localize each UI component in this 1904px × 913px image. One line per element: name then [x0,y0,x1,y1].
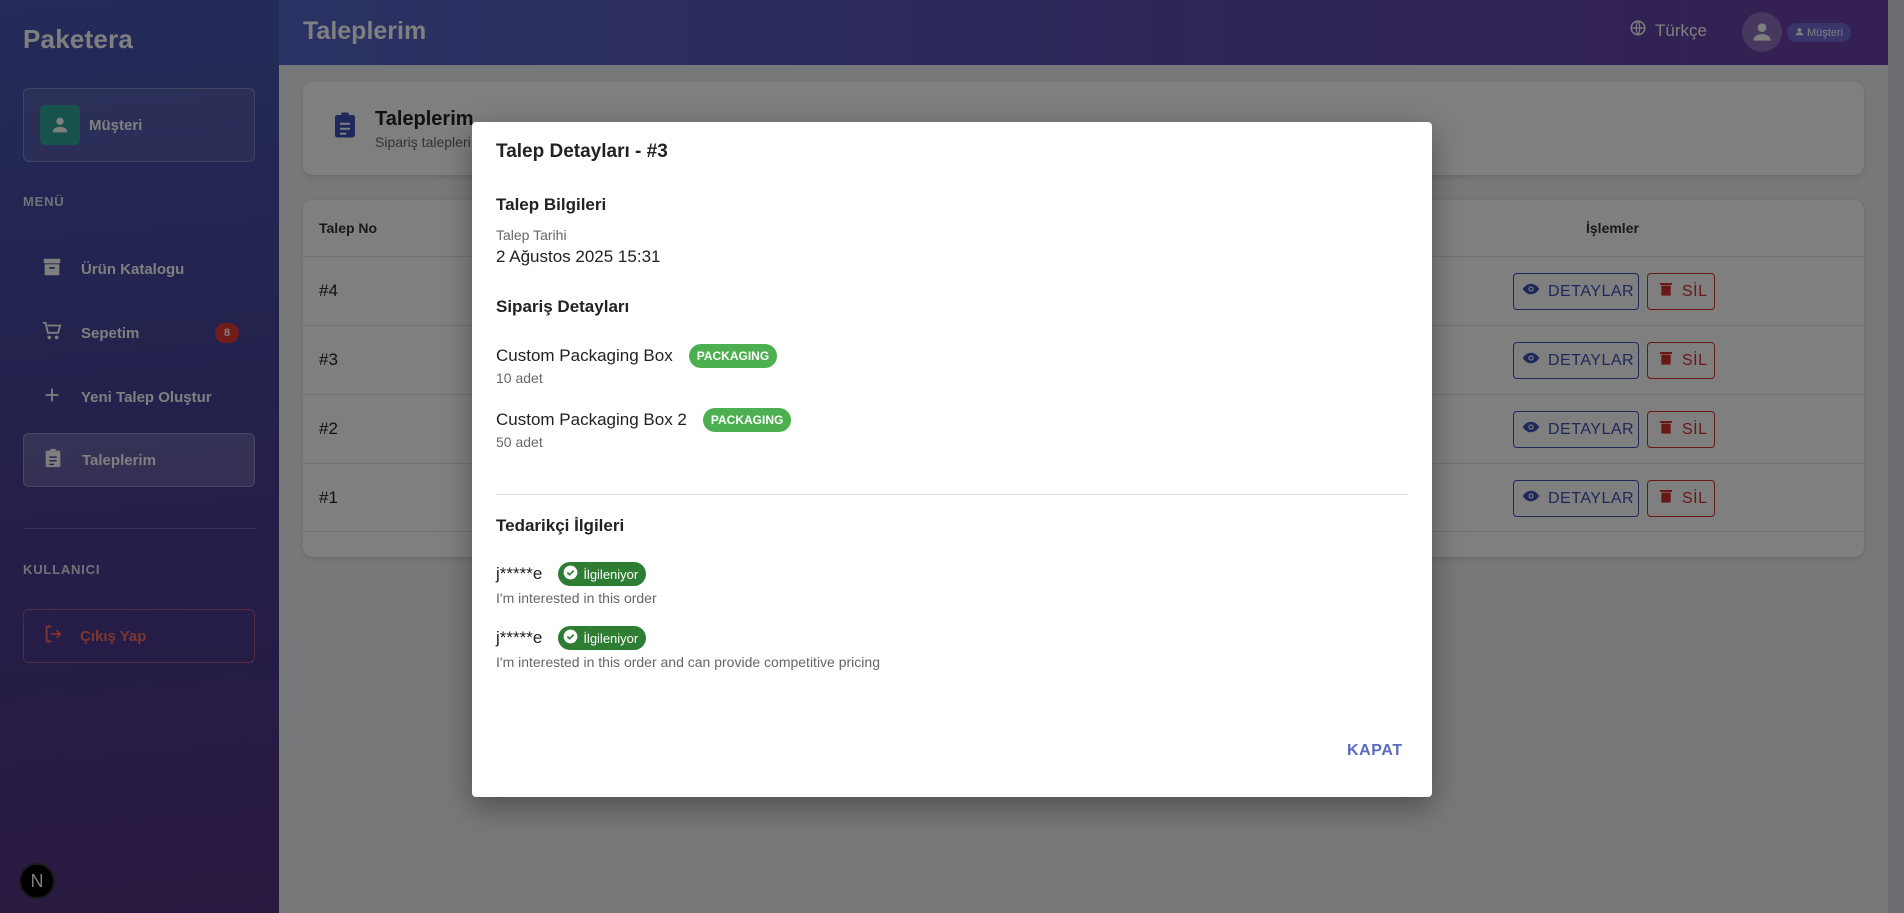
info-heading: Talep Bilgileri [496,195,607,214]
dialog-title: Talep Detayları - #3 [496,141,668,162]
supplier-message: I'm interested in this order and can pro… [496,654,880,670]
status-label: İlgileniyor [583,630,639,646]
item-name: Custom Packaging Box 2 [496,410,687,429]
order-item: Custom Packaging Box PACKAGING [496,344,778,368]
supplier-name: j*****e [496,564,543,583]
status-label: İlgileniyor [583,566,639,582]
dialog-divider [496,494,1408,495]
supplier-item: j*****e İlgileniyor [496,562,647,586]
supplier-message: I'm interested in this order [496,590,657,606]
close-button[interactable]: KAPAT [1347,742,1403,760]
check-circle-icon [563,629,578,647]
category-chip: PACKAGING [688,344,778,368]
status-badge: İlgileniyor [558,562,647,586]
order-item: Custom Packaging Box 2 PACKAGING [496,408,792,432]
status-badge: İlgileniyor [558,626,647,650]
request-details-dialog: Talep Detayları - #3 Talep Bilgileri Tal… [472,122,1432,797]
date-label: Talep Tarihi [496,227,567,243]
supplier-heading: Tedarikçi İlgileri [496,516,625,535]
item-quantity: 50 adet [496,434,543,450]
order-heading: Sipariş Detayları [496,297,630,316]
supplier-name: j*****e [496,628,543,647]
supplier-item: j*****e İlgileniyor [496,626,647,650]
check-circle-icon [563,565,578,583]
date-value: 2 Ağustos 2025 15:31 [496,247,661,266]
item-quantity: 10 adet [496,370,543,386]
category-chip: PACKAGING [702,408,792,432]
item-name: Custom Packaging Box [496,346,673,365]
